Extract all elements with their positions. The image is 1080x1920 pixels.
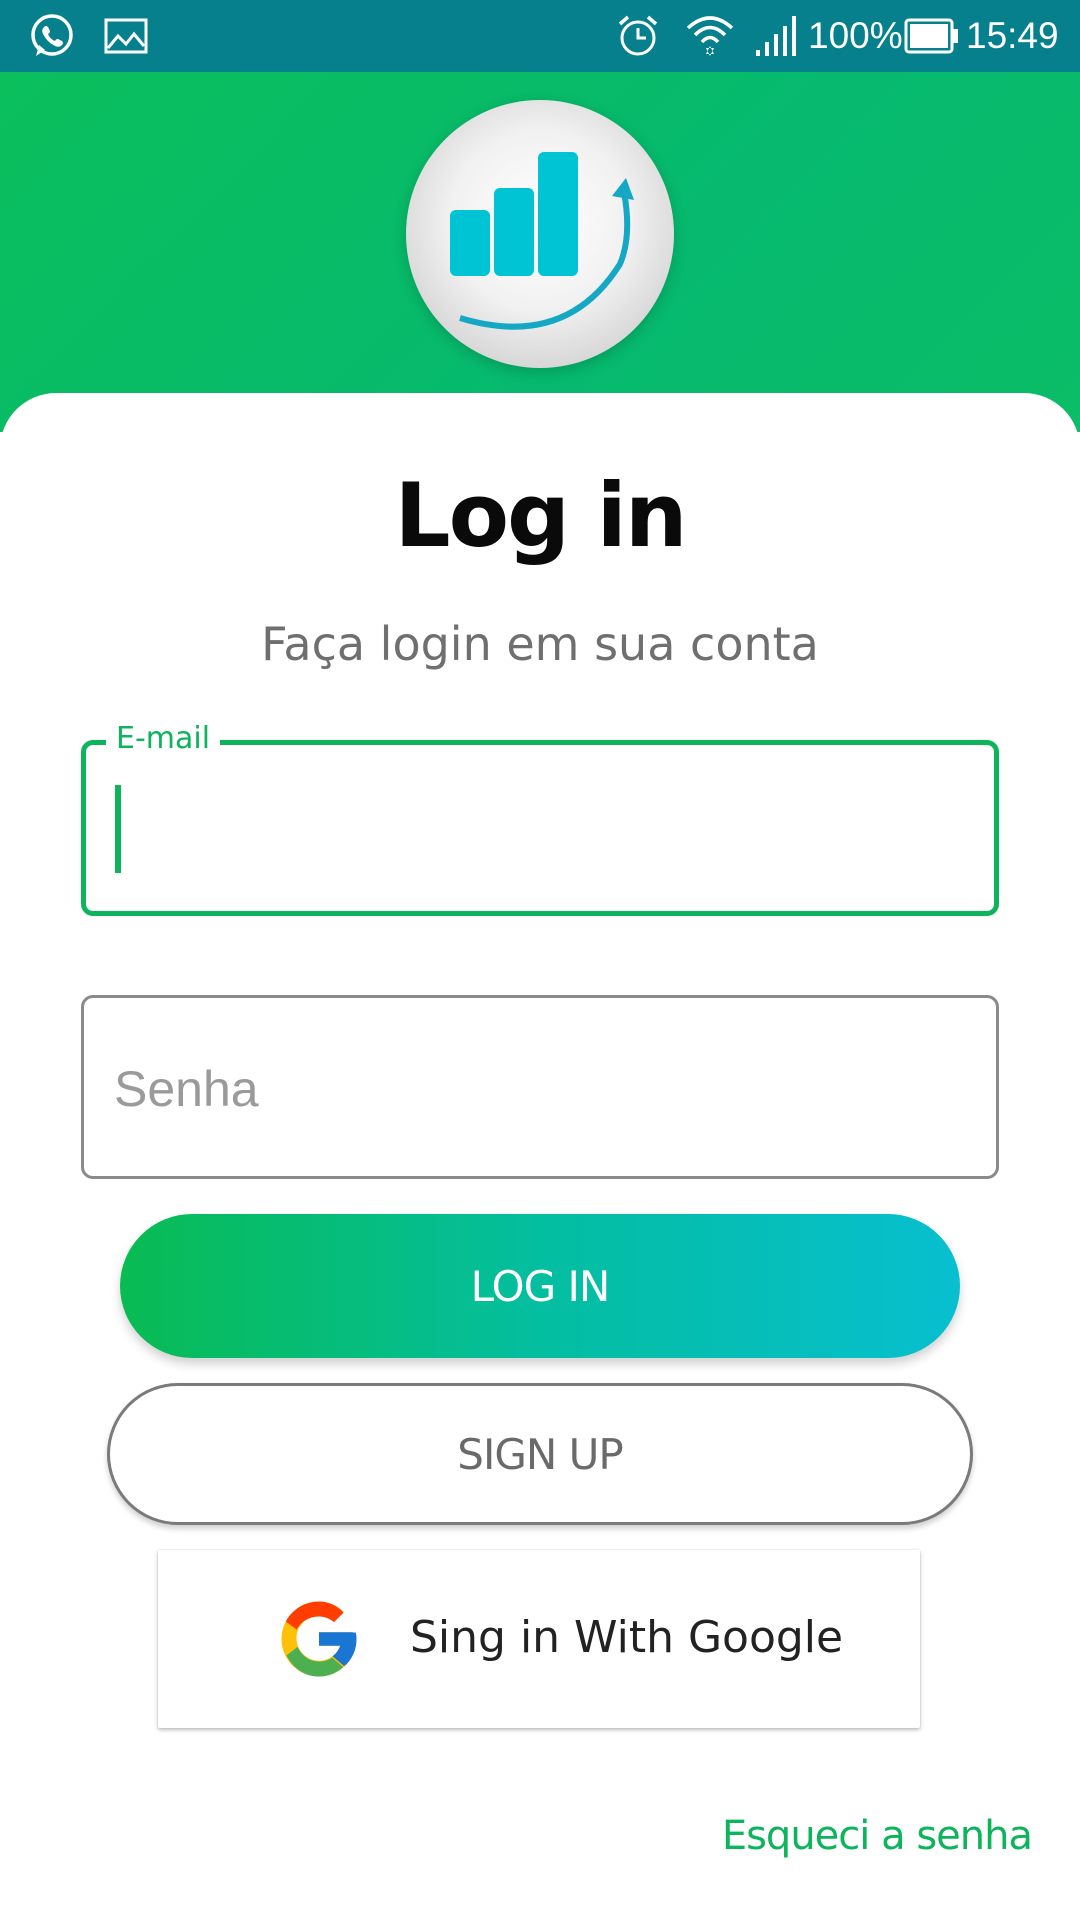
signal-icon bbox=[756, 16, 796, 56]
password-field[interactable] bbox=[81, 995, 999, 1179]
battery-icon bbox=[904, 18, 958, 54]
wifi-icon bbox=[686, 16, 734, 56]
alarm-icon bbox=[618, 15, 658, 56]
page-title: Log in bbox=[394, 464, 688, 567]
signup-button[interactable]: SIGN UP bbox=[107, 1383, 973, 1525]
app-logo bbox=[406, 100, 674, 368]
login-button-label: LOG IN bbox=[470, 1261, 611, 1311]
signup-button-label: SIGN UP bbox=[457, 1429, 623, 1479]
clock: 15:49 bbox=[966, 15, 1059, 56]
password-input[interactable] bbox=[112, 1038, 956, 1140]
email-field[interactable]: E-mail bbox=[81, 719, 999, 916]
growth-chart-logo-icon bbox=[450, 152, 634, 330]
email-label: E-mail bbox=[106, 719, 221, 759]
google-icon bbox=[281, 1601, 357, 1677]
battery-percentage: 100% bbox=[808, 15, 903, 56]
text-cursor bbox=[115, 785, 121, 873]
forgot-password-link[interactable]: Esqueci a senha bbox=[722, 1808, 1033, 1864]
login-button[interactable]: LOG IN bbox=[120, 1214, 960, 1358]
google-signin-button[interactable]: Sing in With Google bbox=[158, 1550, 920, 1728]
email-input[interactable] bbox=[126, 775, 950, 877]
gallery-icon bbox=[104, 18, 148, 54]
status-bar: 100% 15:49 bbox=[0, 0, 1080, 72]
google-button-label: Sing in With Google bbox=[410, 1612, 844, 1663]
whatsapp-icon bbox=[31, 14, 73, 56]
page-subtitle: Faça login em sua conta bbox=[261, 617, 819, 671]
